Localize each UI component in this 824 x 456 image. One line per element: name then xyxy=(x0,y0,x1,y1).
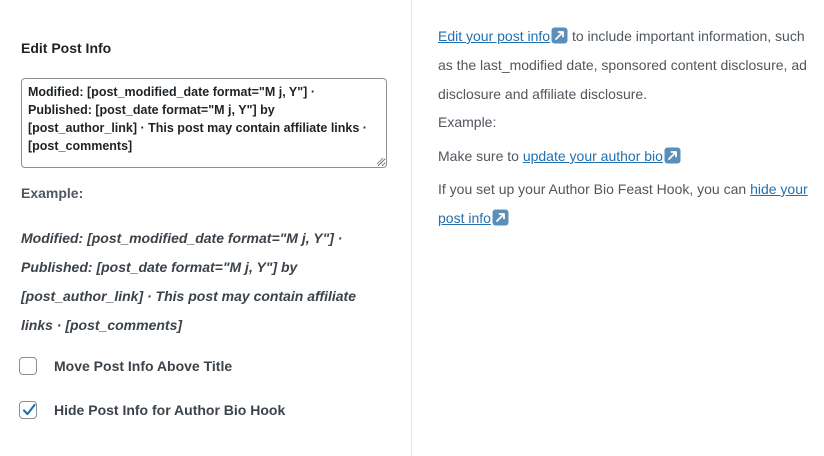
move-post-info-label[interactable]: Move Post Info Above Title xyxy=(54,358,232,374)
help-paragraph-author-bio-text: Make sure to xyxy=(438,148,523,164)
hide-post-info-row[interactable]: Hide Post Info for Author Bio Hook xyxy=(19,401,285,419)
check-icon xyxy=(22,403,36,416)
external-link-icon[interactable] xyxy=(664,147,681,164)
external-link-icon[interactable] xyxy=(551,27,568,44)
resize-grip-icon[interactable] xyxy=(376,157,384,165)
help-paragraph-hide-text: If you set up your Author Bio Feast Hook… xyxy=(438,181,751,197)
help-paragraph-author-bio: Make sure to update your author bio xyxy=(438,142,808,171)
post-info-textarea-value: Modified: [post_modified_date format="M … xyxy=(28,85,367,153)
edit-post-info-link[interactable]: Edit your post info xyxy=(438,28,550,44)
move-post-info-checkbox[interactable] xyxy=(19,357,37,375)
help-paragraph-edit: Edit your post info to include important… xyxy=(438,22,808,109)
settings-panel: Edit Post Info Modified: [post_modified_… xyxy=(0,0,824,456)
update-author-bio-link[interactable]: update your author bio xyxy=(523,148,663,164)
example-text: Modified: [post_modified_date format="M … xyxy=(21,230,357,333)
left-panel: Edit Post Info Modified: [post_modified_… xyxy=(0,0,411,456)
help-example-label: Example: xyxy=(438,114,497,130)
right-panel: Edit your post info to include important… xyxy=(412,0,824,456)
section-title: Edit Post Info xyxy=(21,40,112,56)
help-paragraph-hide: If you set up your Author Bio Feast Hook… xyxy=(438,175,808,233)
hide-post-info-checkbox[interactable] xyxy=(19,401,37,419)
post-info-textarea[interactable]: Modified: [post_modified_date format="M … xyxy=(21,78,387,168)
hide-post-info-label[interactable]: Hide Post Info for Author Bio Hook xyxy=(54,402,285,418)
external-link-icon[interactable] xyxy=(492,209,509,226)
example-label: Example: xyxy=(21,185,84,201)
move-post-info-row[interactable]: Move Post Info Above Title xyxy=(19,357,232,375)
